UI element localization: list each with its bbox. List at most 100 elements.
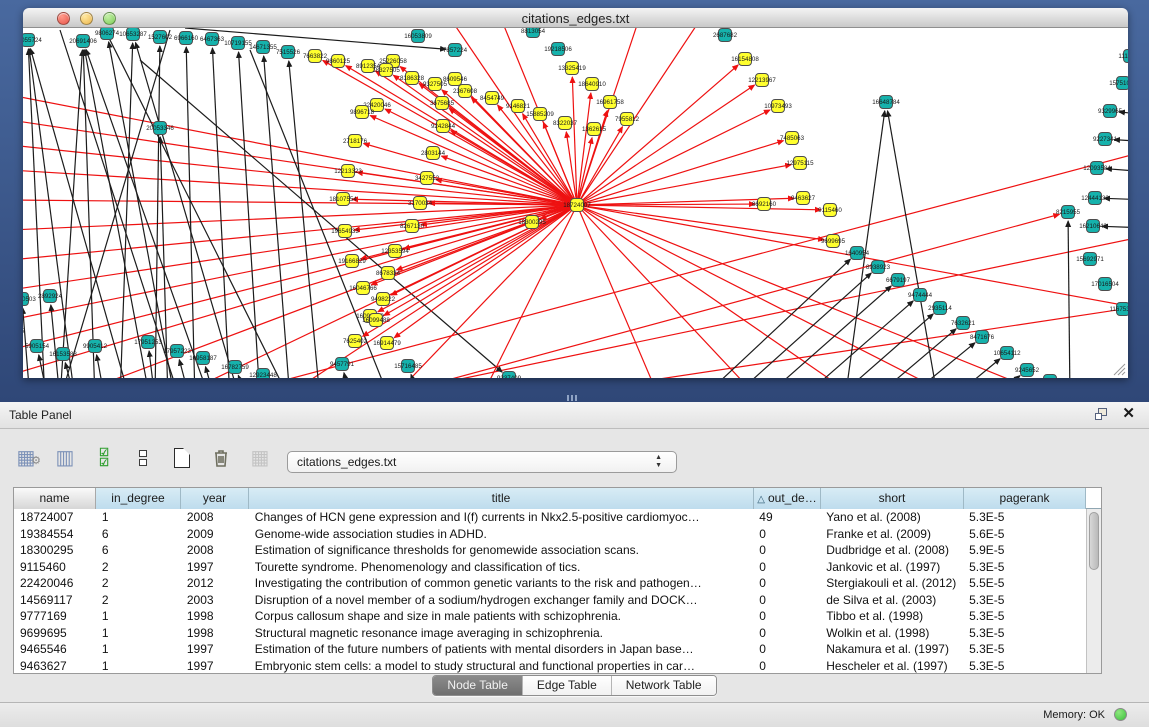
graph-node[interactable]: 8471676 — [970, 331, 995, 344]
split-pane-grip[interactable] — [567, 395, 579, 401]
column-header-year[interactable]: year — [181, 488, 249, 509]
table-cell[interactable]: Embryonic stem cells: a model to study s… — [249, 658, 754, 674]
table-cell[interactable]: Estimation of the future numbers of pati… — [249, 641, 754, 658]
show-column-icon[interactable]: ▥ — [53, 446, 77, 470]
graph-node[interactable]: 26160503 — [23, 293, 36, 306]
graph-node[interactable]: 9474444 — [908, 289, 933, 302]
graph-node[interactable]: 6679197 — [886, 274, 911, 287]
table-cell[interactable]: 18300295 — [14, 542, 96, 559]
table-row[interactable]: 1872400712008Changes of HCN gene express… — [14, 509, 1085, 526]
graph-node[interactable]: 16782759 — [221, 361, 249, 374]
table-cell[interactable]: Structural magnetic resonance image aver… — [249, 625, 754, 642]
table-cell[interactable]: 2 — [96, 575, 181, 592]
tab-edge-table[interactable]: Edge Table — [523, 676, 612, 695]
graph-node[interactable]: 16053809 — [404, 30, 432, 43]
graph-node[interactable]: 5905154 — [25, 340, 50, 353]
graph-node[interactable]: 12975115 — [786, 157, 814, 170]
graph-node[interactable]: 9905412 — [83, 340, 108, 353]
table-cell[interactable]: 9465546 — [14, 641, 96, 658]
table-cell[interactable]: Nakamura et al. (1997) — [820, 641, 963, 658]
table-cell[interactable]: 0 — [753, 559, 820, 576]
window-resize-grip[interactable] — [1112, 362, 1126, 376]
graph-node[interactable]: 14671355 — [249, 41, 277, 54]
graph-node[interactable]: 10653287 — [119, 28, 147, 41]
new-column-icon[interactable] — [170, 446, 194, 470]
table-cell[interactable]: Genome-wide association studies in ADHD. — [249, 526, 754, 543]
graph-node[interactable]: 2803144 — [421, 147, 446, 160]
graph-node[interactable]: 12093584 — [1083, 162, 1111, 175]
table-row[interactable]: 1938455462009Genome-wide association stu… — [14, 526, 1085, 543]
graph-node[interactable]: 9115460 — [818, 204, 842, 217]
table-cell[interactable]: 6 — [96, 542, 181, 559]
table-row[interactable]: 1830029562008Estimation of significance … — [14, 542, 1085, 559]
table-row[interactable]: 969969511998Structural magnetic resonanc… — [14, 625, 1085, 642]
table-cell[interactable]: 19384554 — [14, 526, 96, 543]
graph-node[interactable]: 19218506 — [544, 43, 572, 56]
graph-node[interactable]: 10654112 — [993, 347, 1021, 360]
table-cell[interactable]: 5.3E-5 — [963, 509, 1085, 526]
table-cell[interactable]: 1998 — [181, 608, 249, 625]
network-canvas[interactable]: 1405572420691406980627410653287152760269… — [23, 28, 1128, 378]
table-cell[interactable]: Dudbridge et al. (2008) — [820, 542, 963, 559]
select-columns-icon[interactable]: ☑☑ — [92, 446, 116, 470]
tab-node-table[interactable]: Node Table — [433, 676, 523, 695]
table-cell[interactable]: 18724007 — [14, 509, 96, 526]
table-cell[interactable]: 1997 — [181, 559, 249, 576]
table-row[interactable]: 946362711997Embryonic stem cells: a mode… — [14, 658, 1085, 674]
graph-node[interactable]: 8938923 — [866, 261, 891, 274]
graph-node[interactable]: 13325419 — [558, 62, 586, 75]
table-mode-icon[interactable]: ▦⚙ — [14, 446, 38, 470]
graph-node[interactable]: 6966160 — [174, 32, 199, 45]
table-cell[interactable]: de Silva et al. (2003) — [820, 592, 963, 609]
column-header-title[interactable]: title — [249, 488, 754, 509]
table-cell[interactable]: 5.3E-5 — [963, 608, 1085, 625]
table-cell[interactable]: 0 — [753, 575, 820, 592]
table-cell[interactable]: Stergiakouli et al. (2012) — [820, 575, 963, 592]
graph-node[interactable]: 12213967 — [748, 74, 776, 87]
graph-node[interactable]: 18640910 — [578, 78, 606, 91]
table-source-dropdown[interactable]: citations_edges.txt ▲▼ — [287, 451, 677, 473]
table-cell[interactable]: 5.6E-5 — [963, 526, 1085, 543]
graph-node[interactable]: 15885209 — [526, 108, 554, 121]
table-cell[interactable]: 0 — [753, 641, 820, 658]
graph-node[interactable]: 7632621 — [951, 317, 976, 330]
graph-node[interactable]: 6467363 — [200, 33, 225, 46]
table-cell[interactable]: 2008 — [181, 542, 249, 559]
delete-column-icon[interactable] — [209, 446, 233, 470]
table-cell[interactable]: 1997 — [181, 641, 249, 658]
table-cell[interactable]: Wolkin et al. (1998) — [820, 625, 963, 642]
graph-node[interactable]: 7515526 — [276, 46, 301, 59]
table-cell[interactable]: 2 — [96, 559, 181, 576]
table-cell[interactable]: 1998 — [181, 625, 249, 642]
graph-node[interactable]: 9329965 — [1098, 105, 1123, 118]
memory-ok-icon[interactable] — [1114, 708, 1127, 721]
table-row[interactable]: 2242004622012Investigating the contribut… — [14, 575, 1085, 592]
table-cell[interactable]: 5.9E-5 — [963, 542, 1085, 559]
graph-node[interactable]: 9227341 — [1093, 133, 1118, 146]
table-cell[interactable]: 1 — [96, 658, 181, 674]
graph-node[interactable]: 16914479 — [373, 337, 401, 350]
graph-node[interactable]: 16210643 — [1079, 220, 1107, 233]
graph-node[interactable]: 15751074 — [1109, 77, 1128, 90]
table-row[interactable]: 1456911722003Disruption of a novel membe… — [14, 592, 1085, 609]
graph-node[interactable]: 11675317 — [1109, 303, 1128, 316]
table-row[interactable]: 911546021997Tourette syndrome. Phenomeno… — [14, 559, 1085, 576]
column-header-name[interactable]: name — [14, 488, 96, 509]
graph-node[interactable]: 9437508 — [1038, 375, 1063, 379]
table-cell[interactable]: 1997 — [181, 658, 249, 674]
graph-node[interactable]: 17016504 — [1091, 278, 1119, 291]
table-cell[interactable]: 9777169 — [14, 608, 96, 625]
graph-node[interactable]: 9457791 — [330, 358, 355, 371]
graph-node[interactable]: 8215955 — [1056, 206, 1081, 219]
table-cell[interactable]: 2 — [96, 592, 181, 609]
graph-node[interactable]: 2892924 — [38, 290, 63, 303]
table-cell[interactable]: Changes of HCN gene expression and I(f) … — [249, 509, 754, 526]
table-cell[interactable]: 22420046 — [14, 575, 96, 592]
row-height-icon[interactable] — [131, 446, 155, 470]
graph-node[interactable]: 20053346 — [146, 122, 174, 135]
table-cell[interactable]: 1 — [96, 509, 181, 526]
table-cell[interactable]: 0 — [753, 658, 820, 674]
table-cell[interactable]: 0 — [753, 542, 820, 559]
table-cell[interactable]: 9699695 — [14, 625, 96, 642]
table-cell[interactable]: 9115460 — [14, 559, 96, 576]
